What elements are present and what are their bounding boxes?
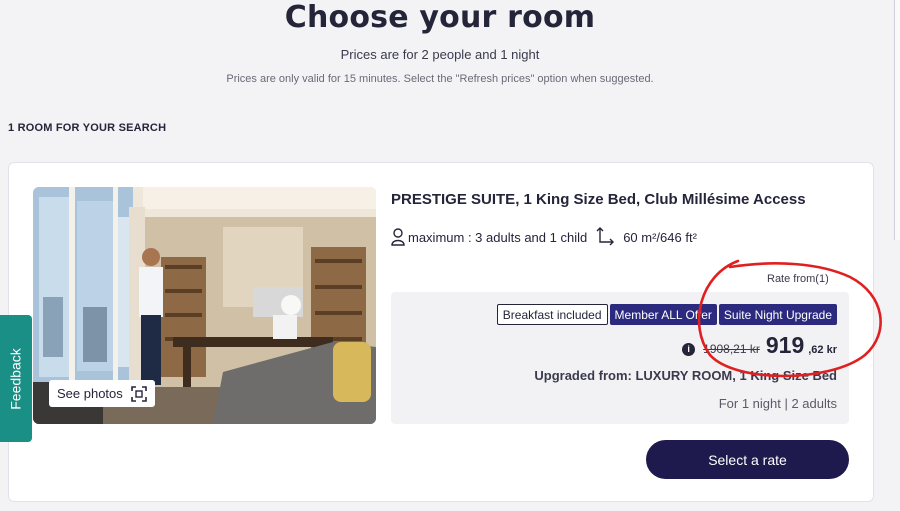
tag-member-offer: Member ALL Offer <box>609 304 717 325</box>
info-icon[interactable]: i <box>682 342 696 356</box>
price-validity-note: Prices are only valid for 15 minutes. Se… <box>226 73 654 85</box>
old-price: 1908,21 kr <box>703 342 760 356</box>
side-panel-edge <box>894 0 900 240</box>
scan-icon <box>130 385 147 402</box>
room-photo[interactable]: See photos <box>33 187 376 424</box>
rate-panel: Breakfast included Member ALL Offer Suit… <box>391 292 849 424</box>
person-icon <box>391 228 405 246</box>
feedback-tab[interactable]: Feedback <box>0 315 32 442</box>
feedback-label: Feedback <box>8 347 25 410</box>
area-icon <box>596 227 615 247</box>
see-photos-button[interactable]: See photos <box>49 380 155 407</box>
price-cents: ,62 kr <box>808 344 837 356</box>
rate-tags: Breakfast included Member ALL Offer Suit… <box>496 304 837 325</box>
rate-from-label: Rate from(1) <box>767 273 829 285</box>
tag-breakfast: Breakfast included <box>496 304 608 325</box>
price-row: i 1908,21 kr 919 ,62 kr <box>682 332 837 359</box>
page-title: Choose your room <box>284 0 596 35</box>
room-specs: maximum : 3 adults and 1 child 60 m²/646… <box>391 227 697 247</box>
room-size-text: 60 m²/646 ft² <box>623 229 697 245</box>
room-name: PRESTIGE SUITE, 1 King Size Bed, Club Mi… <box>391 191 806 208</box>
select-rate-button[interactable]: Select a rate <box>646 440 849 479</box>
upgraded-from: Upgraded from: LUXURY ROOM, 1 King Size … <box>534 368 837 383</box>
tag-suite-upgrade: Suite Night Upgrade <box>718 304 837 325</box>
price-conditions: Prices are for 2 people and 1 night <box>340 47 540 62</box>
see-photos-label: See photos <box>57 386 123 401</box>
price-main: 919 <box>765 332 805 358</box>
stay-details: For 1 night | 2 adults <box>718 396 837 411</box>
occupancy-text: maximum : 3 adults and 1 child <box>408 229 588 245</box>
room-card: See photos PRESTIGE SUITE, 1 King Size B… <box>8 162 874 502</box>
room-count-label: 1 ROOM FOR YOUR SEARCH <box>8 122 167 134</box>
